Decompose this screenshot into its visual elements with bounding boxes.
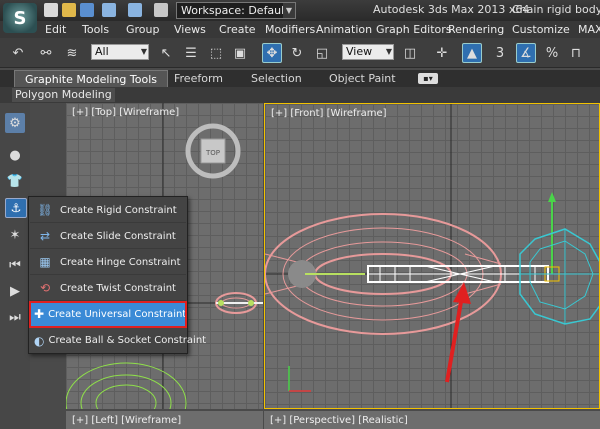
chevron-down-icon: ▼ <box>283 3 295 18</box>
menu-modifiers[interactable]: Modifiers <box>265 23 315 36</box>
menu-item-label: Create Ball & Socket Constraint <box>48 335 207 346</box>
app-title: Autodesk 3ds Max 2013 x64 <box>373 3 530 16</box>
massfx-toolbar: ⚙ ● 👕 ✶ ⏮ ▶ ⏭ <box>0 103 30 429</box>
open-file-icon[interactable] <box>62 3 76 17</box>
select-and-scale-icon[interactable]: ◱ <box>312 43 332 63</box>
universal-constraint-icon: ✚ <box>34 307 45 321</box>
workspace-dropdown[interactable]: Workspace: Default ▼ <box>176 2 296 19</box>
menu-graph-editors[interactable]: Graph Editors <box>376 23 452 36</box>
menu-item-slide-constraint[interactable]: ⇄ Create Slide Constraint <box>30 224 186 249</box>
unlink-icon[interactable]: ≋ <box>62 43 82 63</box>
reset-simulation-icon[interactable]: ⏮ <box>5 255 25 275</box>
menu-tools[interactable]: Tools <box>82 23 109 36</box>
cyan-wire-cylinder[interactable] <box>519 228 600 325</box>
constraint-flyout-button[interactable]: ⚓ <box>5 198 27 218</box>
viewport-label-top[interactable]: [+] [Top] [Wireframe] <box>72 107 179 118</box>
menu-item-hinge-constraint[interactable]: ▦ Create Hinge Constraint <box>30 250 186 275</box>
main-toolbar: ↶ ⚯ ≋ All ▼ ↖ ☰ ⬚ ▣ ✥ ↻ ◱ View ▼ ◫ ✛ ▲ 3… <box>0 38 600 68</box>
rectangular-selection-icon[interactable]: ⬚ <box>206 43 226 63</box>
chevron-down-icon: ▼ <box>385 47 392 56</box>
menu-item-universal-constraint[interactable]: ✚ Create Universal Constraint <box>29 301 187 328</box>
new-file-icon[interactable] <box>44 3 58 17</box>
menu-edit[interactable]: Edit <box>45 23 66 36</box>
save-file-icon[interactable] <box>80 3 94 17</box>
tab-freeform[interactable]: Freeform <box>174 72 223 85</box>
chain-links-top[interactable] <box>215 292 263 314</box>
step-simulation-icon[interactable]: ⏭ <box>5 307 25 327</box>
green-sphere-top[interactable] <box>66 362 187 409</box>
menu-customize[interactable]: Customize <box>512 23 570 36</box>
menu-item-label: Create Rigid Constraint <box>60 204 177 216</box>
select-and-manipulate-icon[interactable]: ✛ <box>432 43 452 63</box>
world-parameters-icon[interactable]: ⚙ <box>5 113 25 133</box>
select-and-link-icon[interactable]: ⚯ <box>36 43 56 63</box>
select-and-move-icon[interactable]: ✥ <box>262 43 282 63</box>
select-object-icon[interactable]: ↖ <box>156 43 176 63</box>
menu-bar: Edit Tools Group Views Create Modifiers … <box>0 21 600 38</box>
selection-filter-dropdown[interactable]: All ▼ <box>91 44 149 60</box>
hinge-constraint-icon: ▦ <box>39 255 51 269</box>
menu-animation[interactable]: Animation <box>316 23 372 36</box>
selection-filter-value: All <box>95 45 109 58</box>
viewport-left[interactable]: [+] [Left] [Wireframe] <box>66 411 263 429</box>
menu-create[interactable]: Create <box>219 23 256 36</box>
menu-item-label: Create Universal Constraint <box>48 308 187 320</box>
cloth-icon[interactable]: 👕 <box>5 171 25 191</box>
viewcube-label: TOP <box>205 149 220 157</box>
snap-toggle-label: 3 <box>495 45 505 61</box>
menu-max[interactable]: MAX <box>578 23 600 36</box>
viewport-perspective[interactable]: [+] [Perspective] [Realistic] <box>264 411 600 429</box>
chevron-down-icon: ▼ <box>140 47 147 56</box>
polygon-modeling-panel[interactable]: Polygon Modeling <box>12 88 115 102</box>
twist-constraint-icon: ⟲ <box>39 281 51 295</box>
file-title: Chain rigid body.ma <box>512 3 600 16</box>
viewport-front[interactable]: [+] [Front] [Wireframe] <box>264 103 600 409</box>
reference-coordinate-value: View <box>346 45 373 58</box>
front-viewport-scene <box>265 104 600 408</box>
ragdoll-icon[interactable]: ✶ <box>5 225 25 245</box>
viewport-label-left[interactable]: [+] [Left] [Wireframe] <box>72 415 181 426</box>
window-crossing-icon[interactable]: ▣ <box>230 43 250 63</box>
tab-object-paint[interactable]: Object Paint <box>329 72 396 85</box>
undo-history-icon[interactable]: ↶ <box>8 43 28 63</box>
spinner-snap-icon[interactable]: ⊓ <box>566 43 586 63</box>
title-bar: S Workspace: Default ▼ Autodesk 3ds Max … <box>0 0 600 33</box>
reference-coordinate-dropdown[interactable]: View ▼ <box>342 44 394 60</box>
keyboard-shortcut-override-icon[interactable]: ▲ <box>462 43 482 63</box>
world-axis-tripod <box>288 366 311 392</box>
start-simulation-icon[interactable]: ▶ <box>5 281 25 301</box>
rigid-body-icon[interactable]: ● <box>5 145 25 165</box>
menu-item-label: Create Slide Constraint <box>60 230 176 242</box>
menu-rendering[interactable]: Rendering <box>448 23 504 36</box>
pivot-center-icon[interactable]: ◫ <box>400 43 420 63</box>
menu-item-label: Create Hinge Constraint <box>60 256 181 268</box>
menu-item-twist-constraint[interactable]: ⟲ Create Twist Constraint <box>30 276 186 301</box>
project-folder-icon[interactable] <box>154 3 168 17</box>
tab-selection[interactable]: Selection <box>251 72 302 85</box>
angle-snap-icon[interactable]: ∡ <box>516 43 536 63</box>
select-and-rotate-icon[interactable]: ↻ <box>287 43 307 63</box>
select-by-name-icon[interactable]: ☰ <box>181 43 201 63</box>
tab-graphite-modeling-tools[interactable]: Graphite Modeling Tools <box>14 70 169 87</box>
snap-toggle-icon[interactable]: 3 <box>490 43 510 63</box>
redo-icon[interactable] <box>128 3 142 17</box>
viewport-label-front[interactable]: [+] [Front] [Wireframe] <box>271 108 387 119</box>
menu-item-ball-socket-constraint[interactable]: ◐ Create Ball & Socket Constraint <box>30 328 206 353</box>
workspace-label: Workspace: Default <box>181 4 289 17</box>
viewport-label-perspective[interactable]: [+] [Perspective] [Realistic] <box>270 415 408 426</box>
app-menu-button[interactable]: S <box>3 3 37 33</box>
ball-socket-constraint-icon: ◐ <box>34 333 45 348</box>
ribbon-options-dropdown[interactable]: ▪▾ <box>418 73 438 84</box>
ribbon-tabs: Graphite Modeling Tools Freeform Selecti… <box>0 70 600 87</box>
undo-icon[interactable] <box>102 3 116 17</box>
percent-snap-icon[interactable]: % <box>542 43 562 63</box>
menu-views[interactable]: Views <box>174 23 206 36</box>
menu-item-label: Create Twist Constraint <box>60 282 176 294</box>
constraint-flyout-menu: ⛓ Create Rigid Constraint ⇄ Create Slide… <box>28 196 206 354</box>
rigid-constraint-icon: ⛓ <box>37 203 53 217</box>
menu-item-rigid-constraint[interactable]: ⛓ Create Rigid Constraint <box>30 198 186 223</box>
menu-group[interactable]: Group <box>126 23 160 36</box>
slide-constraint-icon: ⇄ <box>39 229 51 243</box>
